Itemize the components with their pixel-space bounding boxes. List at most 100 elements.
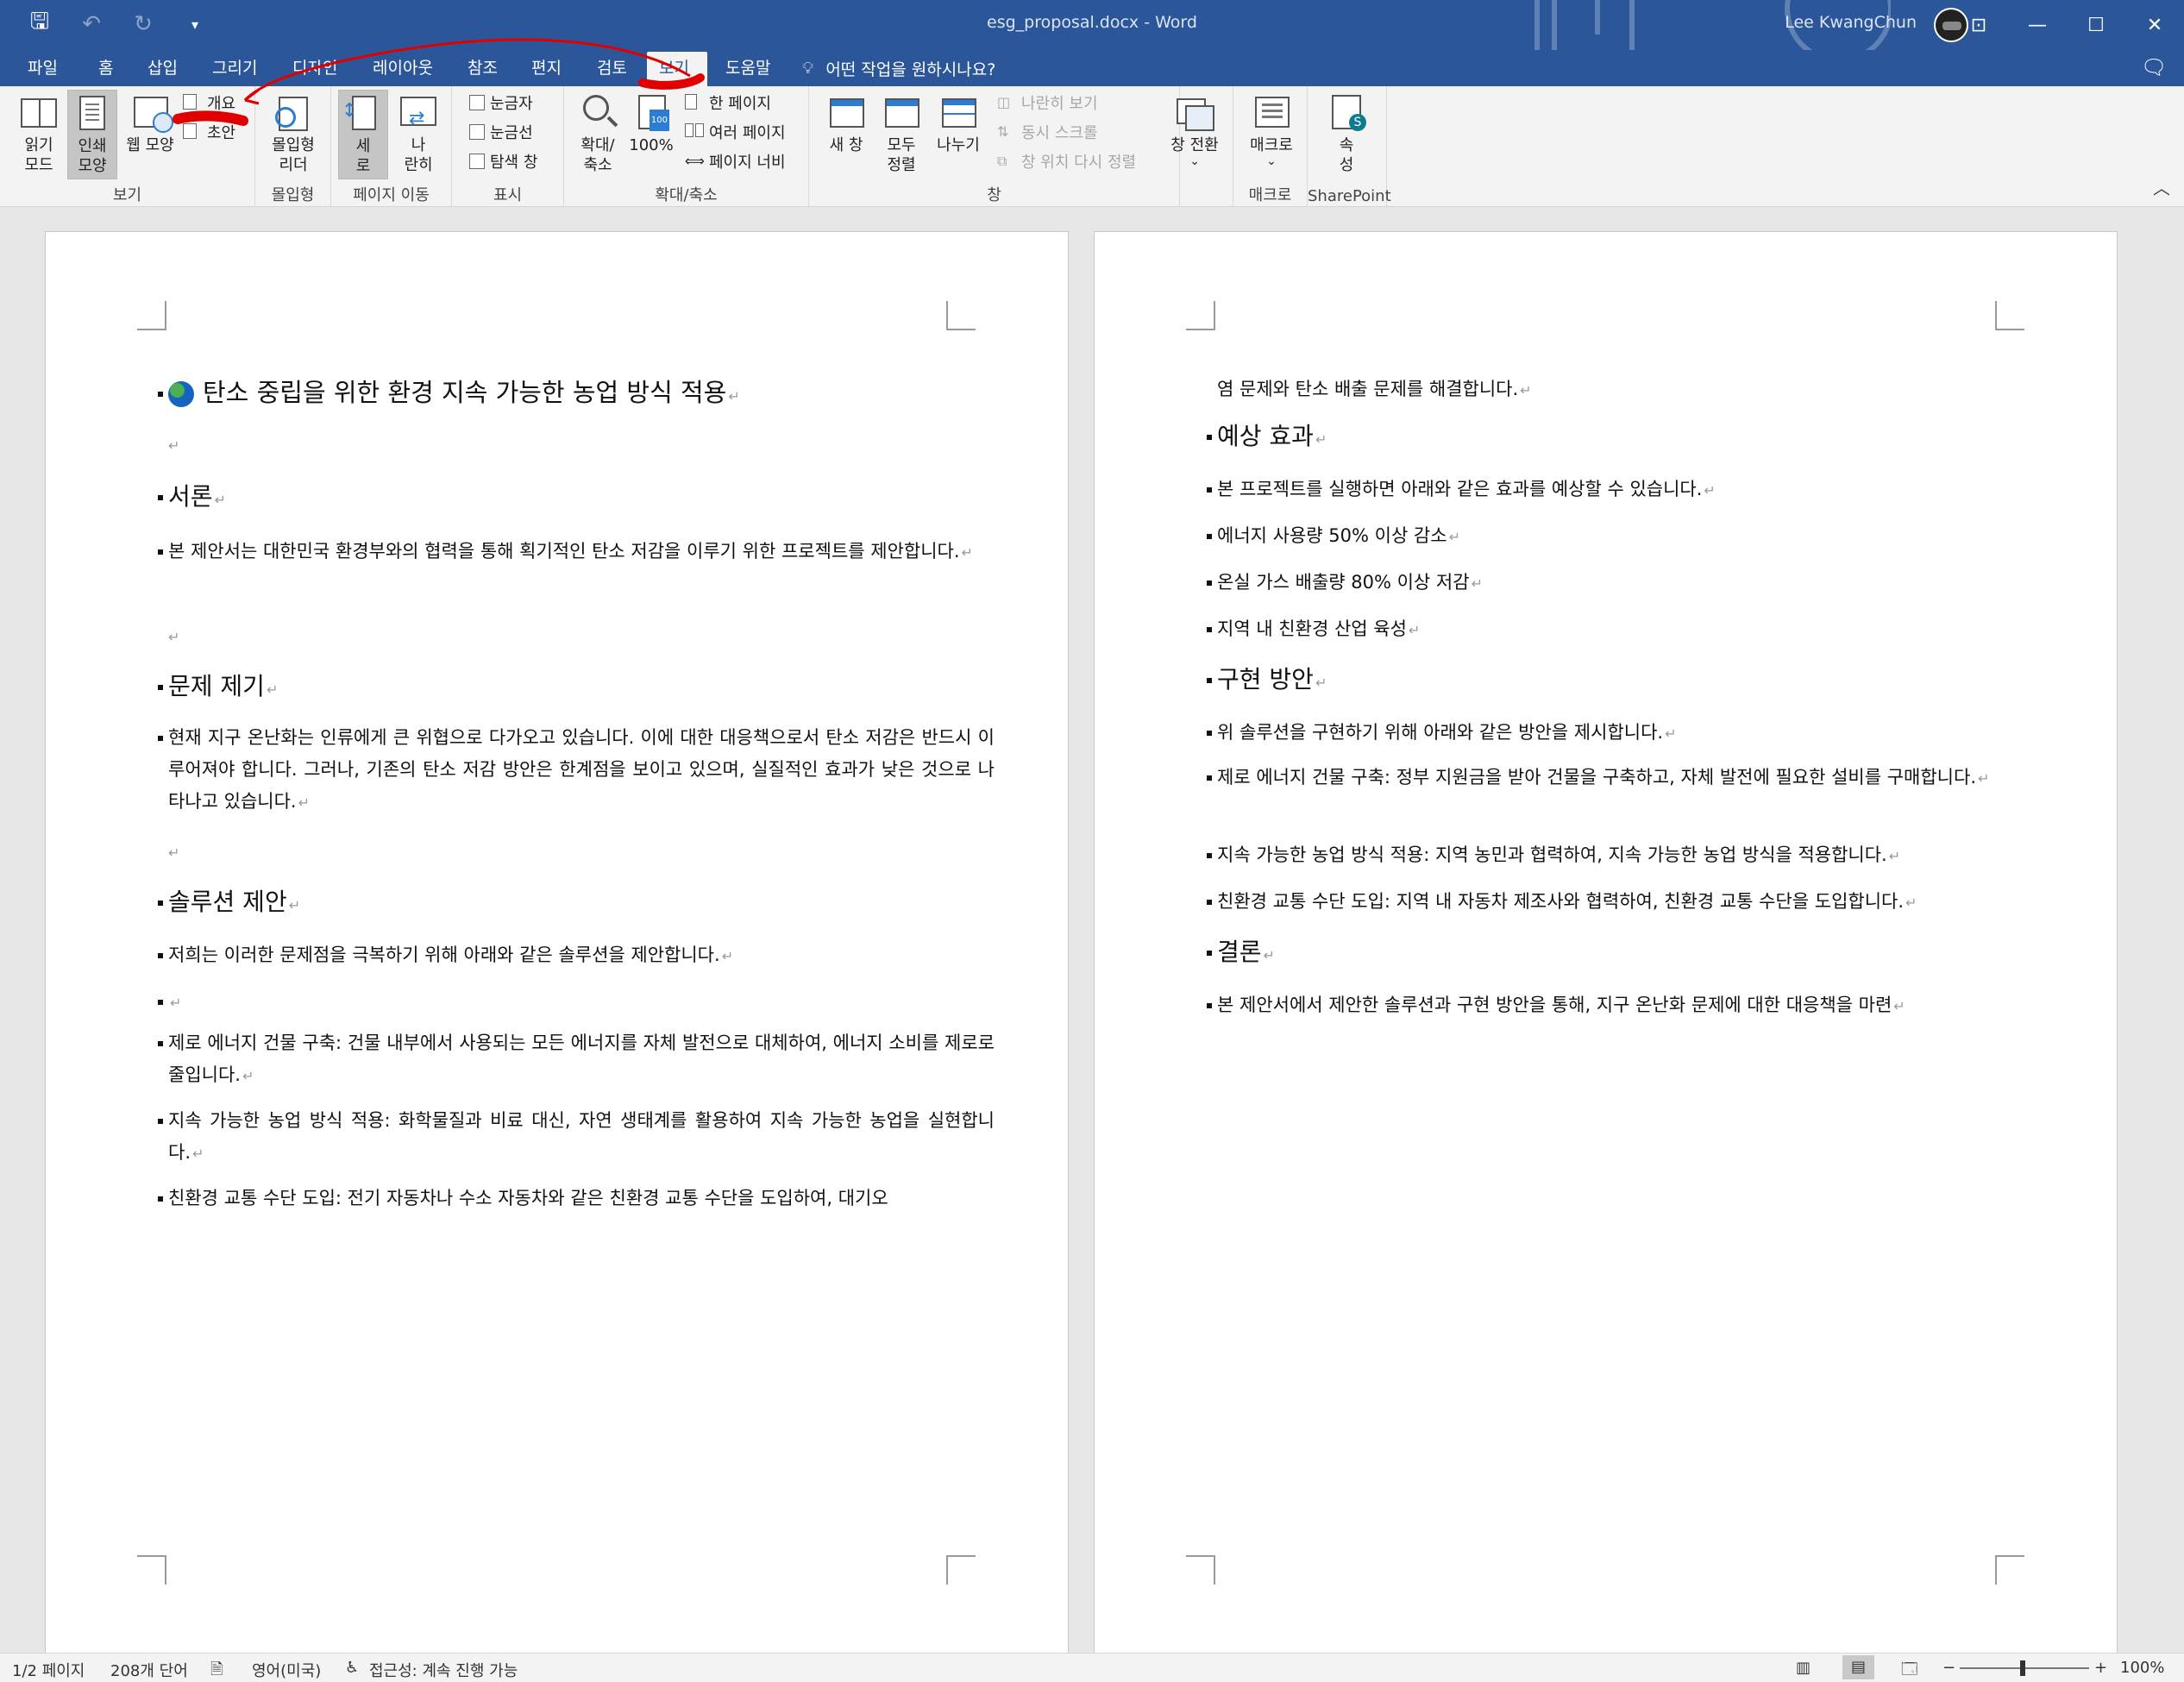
- macros-label: 매크로: [1250, 136, 1293, 154]
- group-views: 읽기 모드 인쇄 모양 웹 모양 개요 초안 보기: [0, 86, 255, 207]
- tab-insert[interactable]: 삽입: [135, 52, 190, 86]
- print-layout-button[interactable]: 인쇄 모양: [67, 90, 117, 179]
- page-count[interactable]: 1/2 페이지: [12, 1659, 85, 1681]
- web-layout-view-icon[interactable]: 🗔: [1901, 1659, 1918, 1682]
- macros-chevron: ⌄: [1266, 154, 1277, 168]
- read-mode-icon: [19, 93, 59, 133]
- tell-me-search[interactable]: 💡︎ 어떤 작업을 원하시나요?: [802, 53, 995, 83]
- tab-home[interactable]: 홈: [86, 52, 125, 86]
- paragraph-effect-intro: 본 프로젝트를 실행하면 아래와 같은 효과를 예상할 수 있습니다. ↵: [1207, 474, 1716, 506]
- draft-label: 초안: [207, 124, 236, 142]
- ribbon-display-options-icon[interactable]: ⊡: [1949, 0, 2008, 50]
- side-to-side-button[interactable]: 나 란히: [393, 90, 443, 179]
- properties-button[interactable]: 속 성: [1321, 90, 1371, 179]
- vertical-button[interactable]: 세 로: [338, 90, 388, 179]
- macros-button[interactable]: 매크로 ⌄: [1244, 90, 1299, 179]
- arrange-all-button[interactable]: 모두 정렬: [876, 90, 926, 179]
- user-name[interactable]: Lee KwangChun: [1785, 13, 1917, 32]
- tab-draw[interactable]: 그리기: [200, 52, 269, 86]
- collapse-ribbon-icon[interactable]: ︿: [2153, 174, 2170, 199]
- print-layout-view-icon[interactable]: ▤: [1842, 1655, 1875, 1679]
- page-width-label: 페이지 너비: [709, 154, 786, 172]
- gridlines-label: 눈금선: [490, 124, 533, 142]
- macros-icon: [1252, 93, 1291, 133]
- page-width-button[interactable]: ⟺ 페이지 너비: [685, 148, 786, 174]
- zoom-level[interactable]: 100%: [2120, 1659, 2164, 1677]
- tab-mailings[interactable]: 편지: [519, 52, 574, 86]
- web-layout-button[interactable]: 웹 모양: [121, 90, 179, 179]
- zoom-in-button[interactable]: +: [2094, 1659, 2107, 1677]
- tab-review[interactable]: 검토: [585, 52, 639, 86]
- group-label-sharepoint: SharePoint: [1308, 187, 1391, 205]
- page-1[interactable]: 탄소 중립을 위한 환경 지속 가능한 농업 방식 적용 ↵ ↵ 서론 ↵ 본 제안…: [45, 231, 1069, 1653]
- gridlines-checkbox[interactable]: 눈금선: [469, 119, 533, 145]
- ruler-checkbox-box[interactable]: [469, 95, 485, 110]
- nav-pane-checkbox[interactable]: 탐색 창: [469, 148, 537, 174]
- gridlines-checkbox-box[interactable]: [469, 124, 485, 140]
- group-page-movement: 세 로 나 란히 페이지 이동: [331, 86, 452, 207]
- group-sharepoint: 속 성 SharePoint: [1308, 86, 1391, 207]
- read-mode-button[interactable]: 읽기 모드: [14, 90, 64, 179]
- one-page-button[interactable]: 한 페이지: [685, 90, 771, 116]
- paragraph-impl-2: 지속 가능한 농업 방식 적용: 지역 농민과 협력하여, 지속 가능한 농업 …: [1207, 839, 1900, 872]
- comments-icon[interactable]: 🗨: [2141, 55, 2167, 79]
- split-label: 나누기: [937, 136, 980, 154]
- reset-window-position-button[interactable]: ⧉ 창 위치 다시 정렬: [997, 148, 1136, 174]
- page-2[interactable]: 염 문제와 탄소 배출 문제를 해결합니다. ↵ 예상 효과 ↵ 본 프로젝트를 실…: [1094, 231, 2118, 1653]
- zoom-out-button[interactable]: −: [1942, 1659, 1955, 1677]
- accessibility-icon[interactable]: ♿︎: [345, 1659, 359, 1677]
- sharepoint-icon: [1327, 93, 1366, 133]
- word-count[interactable]: 208개 단어: [110, 1659, 188, 1681]
- ruler-checkbox[interactable]: 눈금자: [469, 90, 533, 116]
- arrange-all-icon: [882, 93, 921, 133]
- heading-implementation: 구현 방안 ↵: [1207, 663, 1327, 699]
- tab-layout[interactable]: 레이아웃: [361, 52, 445, 86]
- empty-paragraph: ↵: [158, 986, 181, 1019]
- language[interactable]: 영어(미국): [252, 1659, 321, 1681]
- split-icon: [938, 93, 978, 133]
- paragraph-problem: 현재 지구 온난화는 인류에게 큰 위협으로 다가오고 있습니다. 이에 대한 …: [158, 722, 995, 819]
- side-label-2: 란히: [404, 156, 433, 174]
- tab-design[interactable]: 디자인: [280, 52, 349, 86]
- lightbulb-icon: 💡︎: [802, 59, 814, 78]
- group-switch-windows: 창 전환 ⌄: [1156, 86, 1233, 207]
- multiple-pages-label: 여러 페이지: [709, 124, 786, 142]
- split-button[interactable]: 나누기: [930, 90, 987, 179]
- maximize-icon[interactable]: ☐: [2067, 0, 2125, 50]
- sync-scroll-button[interactable]: ⇅ 동시 스크롤: [997, 119, 1098, 145]
- accessibility-status[interactable]: 접근성: 계속 진행 가능: [369, 1659, 518, 1681]
- zoom-label-2: 축소: [583, 156, 612, 174]
- tab-help[interactable]: 도움말: [713, 52, 782, 86]
- new-window-button[interactable]: 새 창: [821, 90, 871, 179]
- zoom-slider-thumb[interactable]: [2020, 1660, 2025, 1676]
- ribbon-tabs: 파일 홈 삽입 그리기 디자인 레이아웃 참조 편지 검토 보기 도움말 💡︎ …: [0, 50, 2184, 86]
- tab-view[interactable]: 보기: [647, 52, 707, 86]
- crop-mark: [1186, 301, 1215, 330]
- zoom-button[interactable]: 확대/ 축소: [573, 90, 623, 179]
- tab-references[interactable]: 참조: [455, 52, 510, 86]
- crop-mark: [1995, 301, 2024, 330]
- switch-windows-button[interactable]: 창 전환 ⌄: [1161, 90, 1228, 179]
- minimize-icon[interactable]: —: [2008, 0, 2067, 50]
- zoom-100-button[interactable]: 100%: [626, 90, 676, 179]
- immersive-reader-icon: [273, 93, 313, 133]
- side-label-1: 나: [411, 136, 426, 154]
- read-mode-view-icon[interactable]: ▥: [1796, 1659, 1811, 1677]
- paragraph-effect-3: 지역 내 친환경 산업 육성 ↵: [1207, 613, 1420, 646]
- nav-pane-checkbox-box[interactable]: [469, 154, 485, 169]
- tab-file[interactable]: 파일: [16, 52, 70, 86]
- crop-mark: [137, 301, 166, 330]
- group-label-page-movement: 페이지 이동: [353, 186, 430, 204]
- immersive-reader-button[interactable]: 몰입형 리더: [264, 90, 323, 179]
- paragraph-conclusion: 본 제안서에서 제안한 솔루션과 구현 방안을 통해, 지구 온난화 문제에 대…: [1207, 989, 1905, 1022]
- multiple-pages-icon: [685, 123, 704, 141]
- proofing-icon[interactable]: 🗎: [210, 1659, 223, 1682]
- document-canvas[interactable]: 탄소 중립을 위한 환경 지속 가능한 농업 방식 적용 ↵ ↵ 서론 ↵ 본 제안…: [0, 207, 2184, 1653]
- group-label-window: 창: [987, 186, 1001, 204]
- draft-button[interactable]: 초안: [183, 119, 235, 145]
- view-side-by-side-button[interactable]: ◫ 나란히 보기: [997, 90, 1098, 116]
- close-icon[interactable]: ✕: [2125, 0, 2184, 50]
- multiple-pages-button[interactable]: 여러 페이지: [685, 119, 786, 145]
- outline-button[interactable]: 개요: [183, 90, 235, 116]
- paragraph-effect-2: 온실 가스 배출량 80% 이상 저감 ↵: [1207, 567, 1483, 599]
